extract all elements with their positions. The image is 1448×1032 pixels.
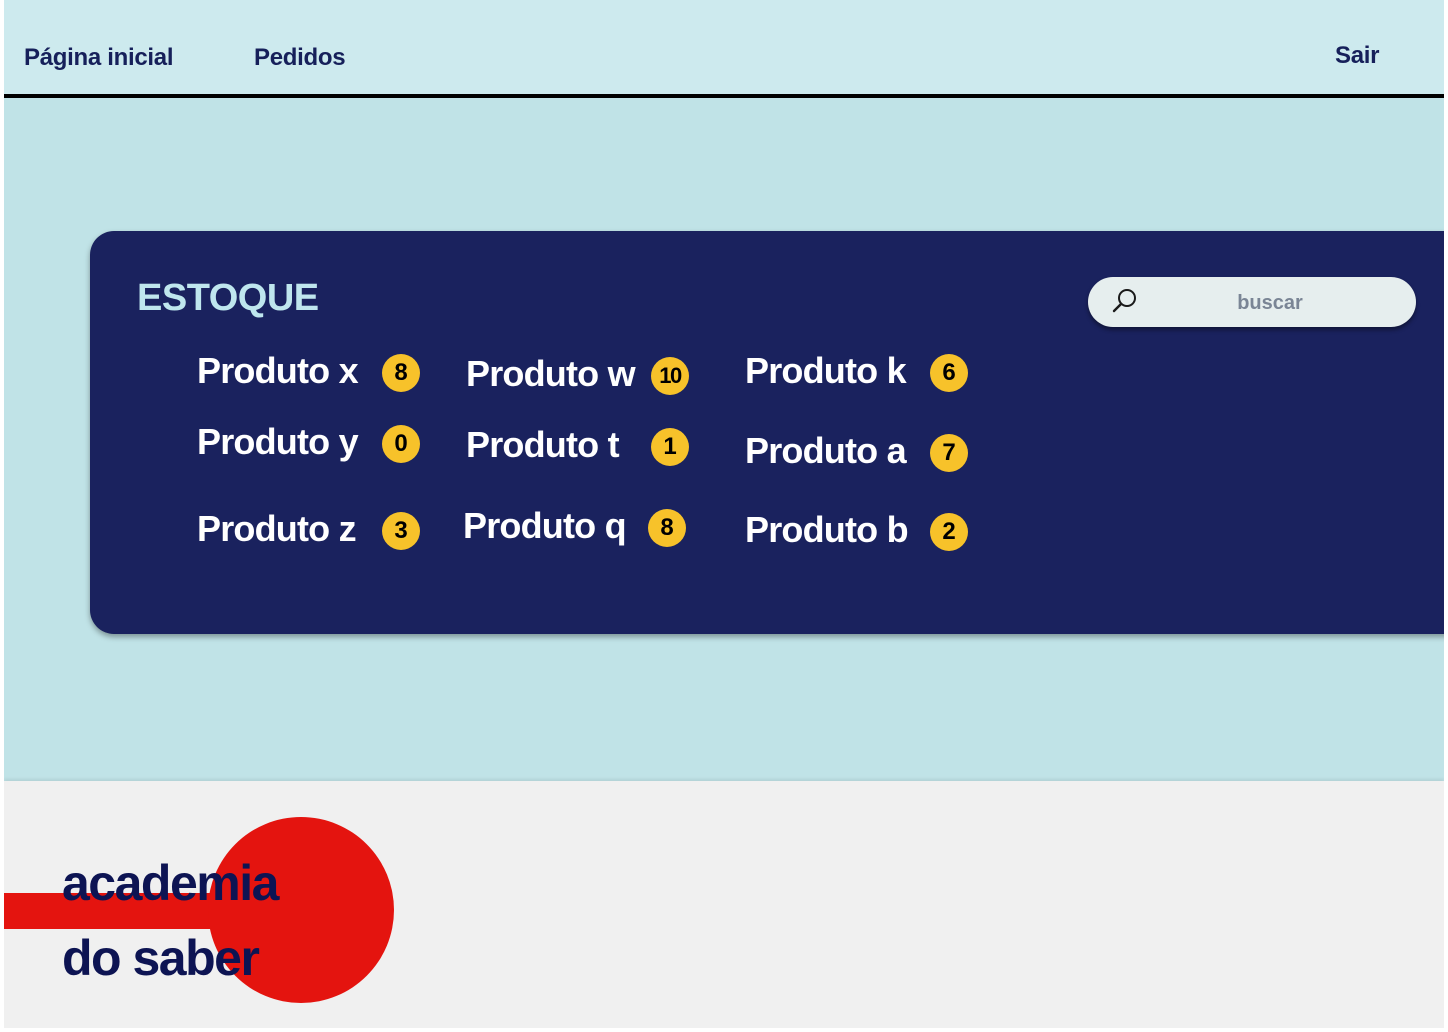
stock-title: ESTOQUE — [137, 277, 319, 319]
quantity-badge: 6 — [930, 354, 968, 392]
product-item[interactable]: Produto z 3 — [197, 508, 420, 550]
product-label: Produto a — [745, 430, 907, 471]
product-item[interactable]: Produto w 10 — [466, 353, 689, 395]
quantity-badge: 7 — [930, 434, 968, 472]
stock-panel: ESTOQUE Produto x 8 Produto y 0 Produto … — [90, 231, 1444, 634]
quantity-badge: 8 — [382, 354, 420, 392]
nav-orders-link[interactable]: Pedidos — [254, 44, 346, 72]
product-item[interactable]: Produto x 8 — [197, 350, 420, 392]
logo-text-line2: do saber — [62, 930, 260, 986]
product-item[interactable]: Produto b 2 — [745, 509, 968, 551]
nav-exit-link[interactable]: Sair — [1335, 42, 1379, 70]
top-navbar: Página inicial Pedidos Sair — [4, 0, 1444, 98]
search-icon — [1112, 289, 1136, 313]
product-label: Produto b — [745, 509, 909, 550]
quantity-badge: 1 — [651, 428, 689, 466]
product-item[interactable]: Produto a 7 — [745, 430, 968, 472]
quantity-badge: 10 — [651, 357, 689, 395]
quantity-badge: 0 — [382, 425, 420, 463]
nav-home-link[interactable]: Página inicial — [24, 44, 173, 72]
product-label: Produto k — [745, 350, 907, 391]
app-frame: Página inicial Pedidos Sair ESTOQUE Prod… — [4, 0, 1444, 1028]
quantity-badge: 2 — [930, 513, 968, 551]
product-label: Produto z — [197, 508, 357, 549]
footer: academia do saber — [4, 781, 1444, 1028]
quantity-badge: 8 — [648, 509, 686, 547]
product-label: Produto x — [197, 350, 359, 391]
product-item[interactable]: Produto y 0 — [197, 421, 420, 463]
product-label: Produto y — [197, 421, 359, 462]
product-label: Produto w — [466, 353, 636, 394]
logo-text-line1: academia — [62, 855, 279, 911]
product-label: Produto q — [463, 505, 627, 546]
search-box[interactable] — [1088, 277, 1416, 329]
product-label: Produto t — [466, 424, 620, 465]
product-item[interactable]: Produto k 6 — [745, 350, 968, 392]
search-input[interactable] — [1148, 277, 1392, 329]
quantity-badge: 3 — [382, 512, 420, 550]
product-item[interactable]: Produto t 1 — [466, 424, 689, 466]
product-item[interactable]: Produto q 8 — [463, 505, 686, 547]
